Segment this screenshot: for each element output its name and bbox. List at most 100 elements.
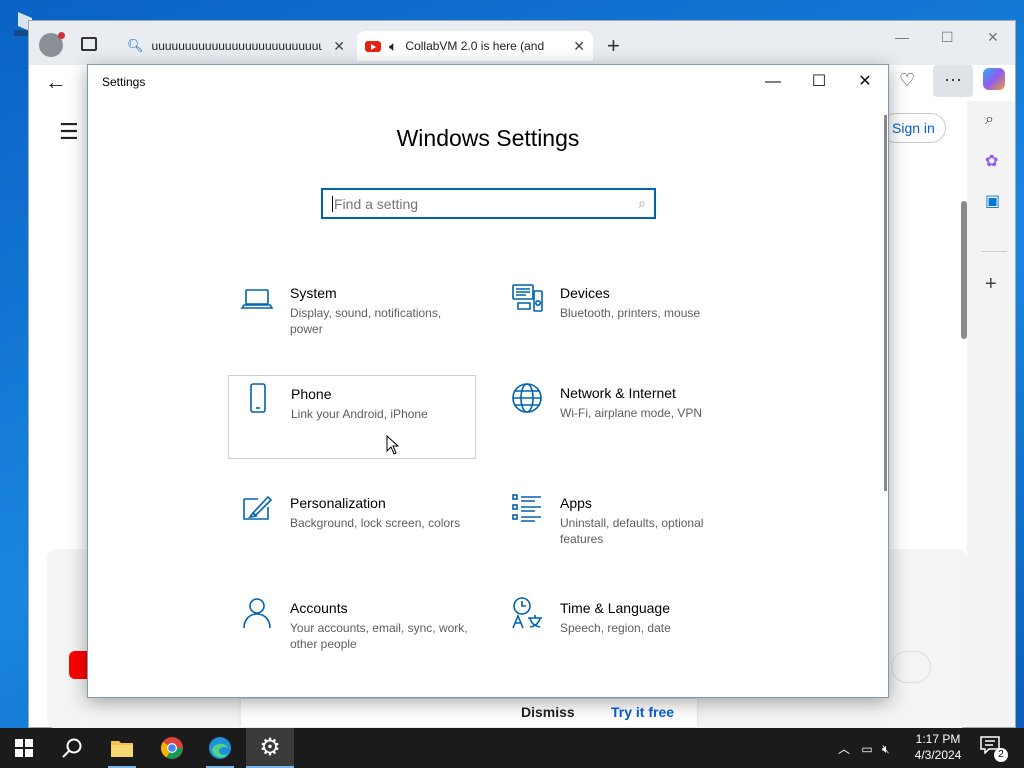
search-button[interactable] (48, 728, 96, 768)
edge-icon (209, 737, 231, 759)
laptop-icon (240, 289, 274, 309)
category-desc: Your accounts, email, sync, work, other … (290, 621, 468, 651)
network-icon[interactable]: ▭ (861, 742, 872, 756)
phone-icon (250, 383, 266, 413)
settings-window: Settings — ☐ ✕ Windows Settings Find a s… (87, 64, 889, 698)
category-name: System (290, 285, 337, 301)
new-tab-button[interactable]: + (607, 33, 620, 59)
category-desc: Background, lock screen, colors (290, 516, 461, 530)
sign-in-button[interactable]: Sign in (881, 113, 946, 143)
category-phone[interactable]: Phone Link your Android, iPhone (228, 375, 476, 459)
close-tab-icon[interactable]: ✕ (333, 38, 345, 55)
time-language-icon (512, 597, 542, 629)
browser-tab-youtube[interactable]: 🔈︎ CollabVM 2.0 is here (and it ✕ (357, 31, 593, 61)
settings-scrollbar[interactable] (884, 115, 887, 491)
text-caret (332, 196, 333, 212)
close-tab-icon[interactable]: ✕ (573, 38, 585, 55)
search-icon[interactable]: ⌕ (985, 111, 994, 129)
search-pill[interactable] (891, 651, 931, 683)
maximize-button[interactable]: ☐ (796, 69, 842, 95)
settings-app-button[interactable]: ⚙︎ (246, 728, 294, 768)
promo-banner: Dismiss Try it free (241, 699, 697, 727)
chrome-button[interactable] (148, 728, 196, 768)
edge-sidebar: ⌕ ✿ ▣ + (973, 101, 1015, 727)
search-icon (62, 738, 82, 758)
gear-icon: ⚙︎ (259, 733, 281, 761)
settings-search-input[interactable]: Find a setting ⌕ (321, 188, 656, 219)
category-accounts[interactable]: Accounts Your accounts, email, sync, wor… (228, 590, 476, 674)
window-title: Settings (102, 75, 146, 89)
category-name: Personalization (290, 495, 386, 511)
system-tray: ︿ ▭ 🔇︎ (838, 740, 890, 757)
browser-tab-search[interactable]: 🔍︎ uuuuuuuuuuuuuuuuuuuuuuuuuuu ✕ (119, 31, 353, 61)
category-name: Time & Language (560, 600, 670, 616)
browser-minimize-icon[interactable]: — (895, 29, 909, 45)
category-apps[interactable]: Apps Uninstall, defaults, optional featu… (498, 485, 746, 569)
folder-icon (111, 741, 133, 757)
chevron-up-icon[interactable]: ︿ (838, 742, 850, 756)
tab-title: CollabVM 2.0 is here (and it (405, 39, 546, 53)
category-desc: Speech, region, date (560, 621, 671, 635)
youtube-icon (365, 40, 381, 52)
file-explorer-button[interactable] (98, 728, 146, 768)
outlook-icon[interactable]: ▣ (985, 191, 1000, 211)
profile-avatar[interactable] (39, 32, 65, 57)
search-icon: ⌕ (638, 195, 646, 211)
category-devices[interactable]: Devices Bluetooth, printers, mouse (498, 275, 746, 359)
tab-title: uuuuuuuuuuuuuuuuuuuuuuuuuuu (151, 39, 322, 53)
category-time-language[interactable]: Time & Language Speech, region, date (498, 590, 746, 674)
browser-close-icon[interactable]: ✕ (987, 29, 999, 46)
globe-icon (512, 383, 542, 413)
category-desc: Link your Android, iPhone (291, 407, 428, 421)
copilot-icon[interactable] (983, 68, 1005, 90)
mouse-cursor-icon (386, 435, 400, 455)
back-arrow-icon[interactable]: ← (45, 69, 67, 95)
clock[interactable]: 1:17 PM 4/3/2024 (906, 731, 970, 763)
volume-muted-icon[interactable]: 🔇︎ (882, 742, 890, 756)
scroll-thumb[interactable] (961, 201, 967, 339)
health-icon[interactable]: ♡ (899, 70, 915, 91)
browser-maximize-icon[interactable]: ☐ (941, 29, 954, 46)
taskbar: ⚙︎ ︿ ▭ 🔇︎ 1:17 PM 4/3/2024 2 (0, 728, 1024, 768)
sidebar-divider (981, 251, 1007, 252)
category-name: Devices (560, 285, 610, 301)
copilot-side-icon[interactable]: ✿ (985, 151, 998, 171)
page-scrollbar[interactable] (959, 185, 967, 768)
add-icon[interactable]: + (985, 273, 997, 296)
notification-dot (58, 32, 65, 39)
category-desc: Bluetooth, printers, mouse (560, 306, 701, 320)
category-network[interactable]: Network & Internet Wi-Fi, airplane mode,… (498, 380, 746, 464)
close-button[interactable]: ✕ (842, 69, 888, 95)
action-center-button[interactable]: 2 (980, 736, 1008, 762)
category-name: Phone (291, 386, 332, 402)
tab-strip: 🔍︎ uuuuuuuuuuuuuuuuuuuuuuuuuuu ✕ 🔈︎ Coll… (29, 21, 1015, 65)
category-desc: Display, sound, notifications, power (290, 306, 442, 336)
hamburger-menu-icon[interactable]: ☰ (59, 119, 79, 145)
clock-date: 4/3/2024 (914, 748, 962, 762)
dismiss-button[interactable]: Dismiss (521, 704, 575, 720)
apps-list-icon (512, 494, 541, 522)
try-it-free-button[interactable]: Try it free (611, 704, 674, 720)
clock-time: 1:17 PM (915, 732, 961, 746)
category-system[interactable]: System Display, sound, notifications, po… (228, 275, 476, 359)
start-button[interactable] (0, 728, 48, 768)
category-desc: Wi-Fi, airplane mode, VPN (560, 406, 703, 420)
person-icon (243, 598, 271, 629)
category-desc: Uninstall, defaults, optional features (560, 516, 704, 546)
more-options-button[interactable]: ··· (933, 65, 973, 97)
speaker-icon[interactable]: 🔈︎ (389, 38, 397, 55)
notification-count-badge: 2 (994, 748, 1008, 762)
minimize-button[interactable]: — (750, 69, 796, 95)
category-name: Network & Internet (560, 385, 676, 401)
category-personalization[interactable]: Personalization Background, lock screen,… (228, 485, 476, 569)
devices-icon (512, 284, 543, 312)
category-name: Apps (560, 495, 592, 511)
search-icon: 🔍︎ (127, 38, 144, 53)
edge-button[interactable] (196, 728, 244, 768)
page-title: Windows Settings (396, 125, 580, 151)
windows-logo-icon (15, 739, 33, 757)
search-placeholder: Find a setting (334, 196, 419, 212)
chrome-icon (161, 737, 183, 759)
tab-actions-icon[interactable] (81, 37, 97, 51)
paint-icon (243, 495, 273, 520)
